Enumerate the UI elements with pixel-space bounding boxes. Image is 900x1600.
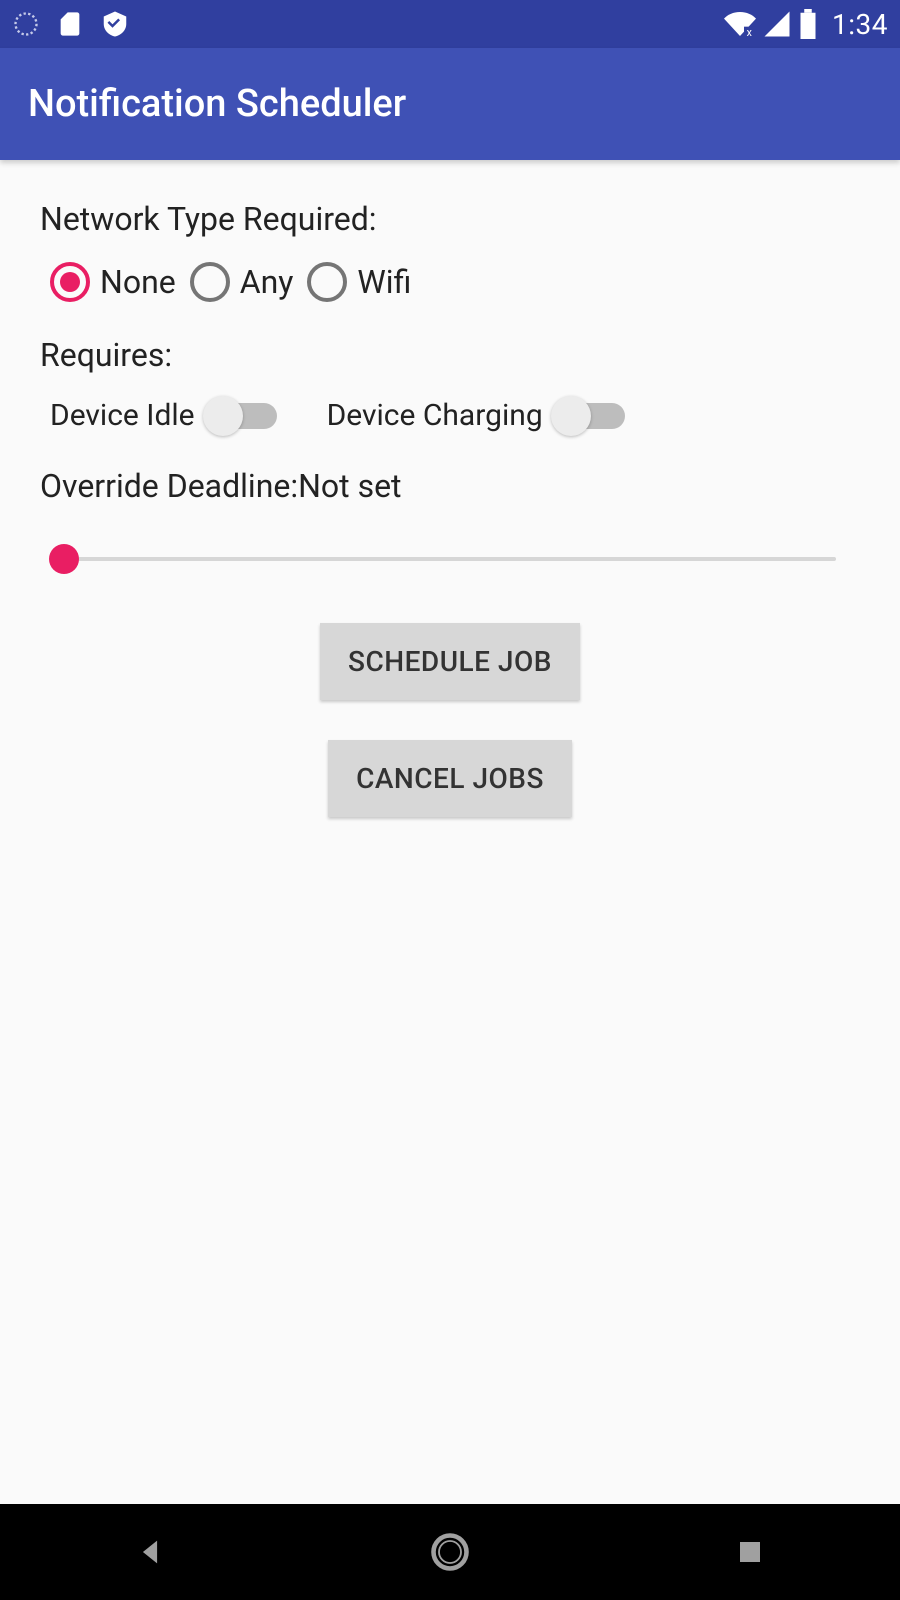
radio-button-icon: [190, 262, 230, 302]
app-bar: Notification Scheduler: [0, 48, 900, 160]
main-content: Network Type Required: None Any Wifi Req…: [0, 160, 900, 817]
slider-track: [64, 557, 836, 561]
app-title: Notification Scheduler: [28, 82, 406, 126]
radio-label: None: [100, 263, 176, 301]
deadline-slider[interactable]: [64, 539, 836, 579]
radio-wifi[interactable]: Wifi: [307, 262, 411, 302]
cancel-jobs-button[interactable]: CANCEL JOBS: [328, 740, 572, 817]
requires-switch-row: Device Idle Device Charging: [50, 398, 860, 433]
nav-home-button[interactable]: [420, 1522, 480, 1582]
radio-label: Wifi: [357, 263, 411, 301]
sd-card-icon: [56, 10, 84, 38]
play-protect-icon: [100, 9, 130, 39]
nav-back-button[interactable]: [120, 1522, 180, 1582]
switch-device-idle[interactable]: [207, 403, 277, 429]
radio-none[interactable]: None: [50, 262, 176, 302]
switch-label: Device Charging: [327, 398, 543, 433]
battery-icon: [798, 9, 818, 39]
requires-label: Requires:: [40, 336, 860, 374]
override-deadline-row: Override Deadline:Not set: [40, 467, 860, 505]
radio-button-icon: [307, 262, 347, 302]
slider-thumb[interactable]: [49, 544, 79, 574]
cellular-signal-icon: [762, 9, 792, 39]
radio-any[interactable]: Any: [190, 262, 294, 302]
button-stack: SCHEDULE JOB CANCEL JOBS: [40, 623, 860, 817]
switch-label: Device Idle: [50, 398, 195, 433]
network-type-radio-group: None Any Wifi: [50, 262, 860, 302]
status-bar: x 1:34: [0, 0, 900, 48]
radio-label: Any: [240, 263, 294, 301]
switch-device-charging[interactable]: [555, 403, 625, 429]
navigation-bar: [0, 1504, 900, 1600]
status-clock: 1:34: [832, 8, 888, 41]
svg-text:x: x: [747, 26, 753, 39]
app-running-icon: [12, 10, 40, 38]
radio-button-icon: [50, 262, 90, 302]
override-deadline-value: Not set: [298, 467, 401, 505]
wifi-icon: x: [724, 8, 756, 40]
switch-device-idle-item: Device Idle: [50, 398, 277, 433]
network-type-label: Network Type Required:: [40, 200, 860, 238]
switch-device-charging-item: Device Charging: [327, 398, 625, 433]
override-deadline-prefix: Override Deadline:: [40, 467, 298, 505]
schedule-job-button[interactable]: SCHEDULE JOB: [320, 623, 580, 700]
nav-recents-button[interactable]: [720, 1522, 780, 1582]
